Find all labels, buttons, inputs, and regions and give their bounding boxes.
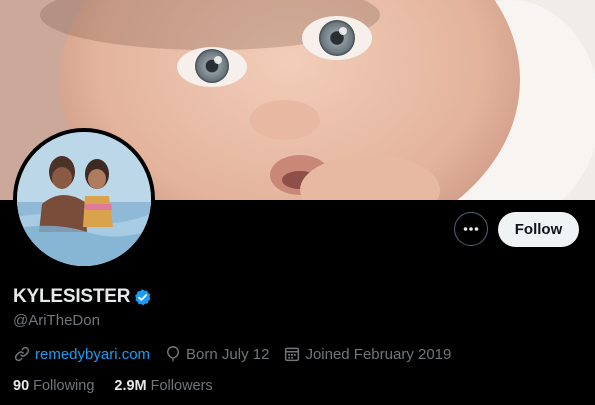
profile-avatar[interactable] [13,128,155,270]
user-handle: @AriTheDon [13,312,100,329]
website-link[interactable]: remedybyari.com [35,346,150,363]
follow-button[interactable]: Follow [498,212,579,247]
name-row: KYLESISTER [13,286,152,308]
followers-link[interactable]: 2.9M Followers [114,378,212,394]
birthday-text: Born July 12 [186,345,270,363]
calendar-icon [285,347,300,362]
display-name: KYLESISTER [13,286,131,307]
following-label: Following [33,378,95,394]
profile-meta-row: remedybyari.com Born July 12 Joined Febr… [13,345,465,363]
verified-badge-icon[interactable] [133,288,152,307]
more-options-button[interactable] [454,212,488,246]
balloon-icon [167,346,180,362]
birthday-item: Born July 12 [164,345,269,363]
website-item: remedybyari.com [13,345,150,363]
followers-count: 2.9M [114,378,147,394]
link-icon [14,346,30,362]
following-count: 90 [13,378,30,394]
joined-item: Joined February 2019 [283,345,451,363]
profile-stats-row: 90 Following 2.9M Followers [13,378,233,394]
following-link[interactable]: 90 Following [13,378,94,394]
more-options-icon [463,227,479,231]
joined-text: Joined February 2019 [305,345,452,363]
followers-label: Followers [150,378,213,394]
